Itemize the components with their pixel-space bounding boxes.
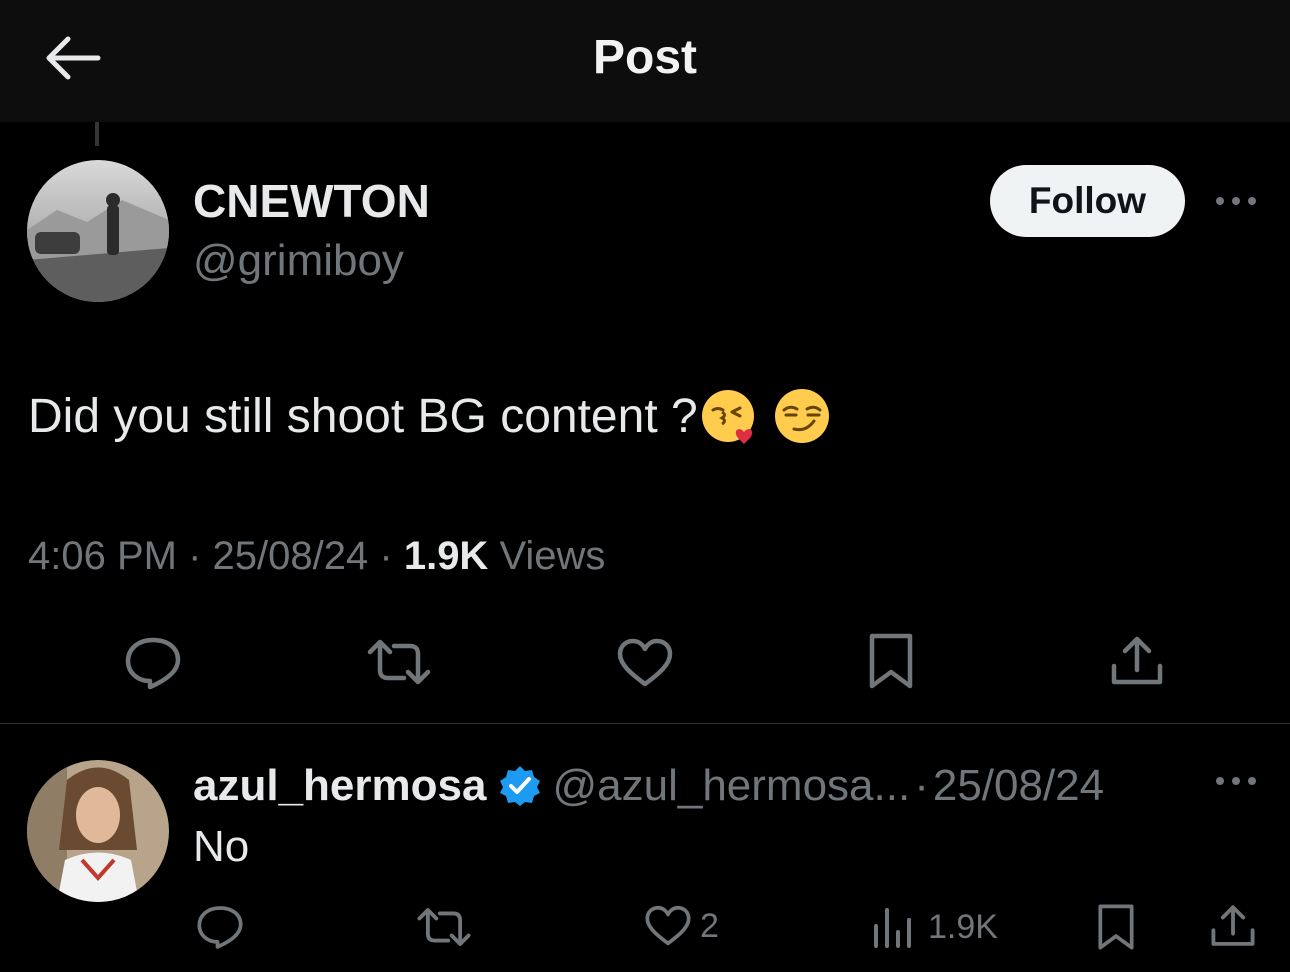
- verified-badge-icon: [500, 766, 541, 806]
- face-blowing-kiss-icon: [701, 390, 754, 444]
- reply-reply-button[interactable]: [196, 904, 244, 950]
- reply-icon: [125, 637, 181, 690]
- author-handle[interactable]: @grimiboy: [193, 236, 404, 286]
- thread-connector-line: [95, 122, 99, 146]
- like-count: 2: [700, 906, 719, 945]
- reply-like-button[interactable]: 2: [644, 905, 719, 947]
- reply-icon: [197, 906, 243, 949]
- heart-icon: [645, 905, 691, 946]
- reply-button[interactable]: [124, 636, 182, 690]
- heart-icon: [617, 638, 673, 687]
- post-time[interactable]: 4:06 PM: [28, 534, 177, 578]
- reply-more-options-icon[interactable]: [1213, 768, 1259, 794]
- reply-share-button[interactable]: [1210, 903, 1256, 949]
- follow-button[interactable]: Follow: [990, 165, 1185, 237]
- post-metadata: 4:06 PM · 25/08/24 · 1.9K Views: [28, 534, 605, 579]
- divider: [0, 723, 1290, 724]
- share-icon: [1211, 905, 1255, 946]
- reply-header: azul_hermosa @azul_hermosa... · 25/08/24: [193, 758, 1104, 814]
- reply-views-button[interactable]: 1.9K: [872, 906, 998, 948]
- smirking-face-icon: [774, 389, 829, 443]
- reply-bookmark-button[interactable]: [1097, 903, 1135, 951]
- bookmark-icon: [869, 633, 913, 689]
- share-button[interactable]: [1110, 634, 1164, 688]
- repost-button[interactable]: [366, 638, 432, 686]
- reply-author-name[interactable]: azul_hermosa: [193, 761, 486, 811]
- more-options-icon[interactable]: [1213, 188, 1259, 214]
- separator: ·: [379, 534, 393, 578]
- avatar[interactable]: [27, 160, 169, 302]
- bookmark-button[interactable]: [868, 632, 914, 690]
- post-text: Did you still shoot BG content ?: [28, 386, 832, 446]
- reply-avatar[interactable]: [27, 760, 169, 902]
- page-title: Post: [592, 31, 697, 84]
- like-button[interactable]: [616, 638, 674, 688]
- post-text-content: Did you still shoot BG content ?: [28, 389, 698, 443]
- views-count: 1.9K: [403, 534, 489, 578]
- top-bar: Post: [0, 0, 1290, 122]
- reply-date[interactable]: 25/08/24: [933, 761, 1104, 811]
- reply-text: No: [193, 822, 250, 871]
- repost-icon: [367, 639, 431, 685]
- separator: ·: [914, 761, 929, 810]
- author-name[interactable]: CNEWTON: [193, 174, 430, 228]
- share-icon: [1111, 636, 1163, 685]
- bookmark-icon: [1098, 904, 1134, 950]
- views-label: Views: [499, 534, 606, 578]
- analytics-icon: [874, 908, 911, 948]
- views-count: 1.9K: [928, 907, 998, 946]
- repost-icon: [417, 908, 471, 946]
- reply-repost-button[interactable]: [416, 906, 472, 948]
- reply-author-handle[interactable]: @azul_hermosa...: [552, 761, 910, 811]
- post-date[interactable]: 25/08/24: [213, 534, 369, 578]
- separator: ·: [188, 534, 202, 578]
